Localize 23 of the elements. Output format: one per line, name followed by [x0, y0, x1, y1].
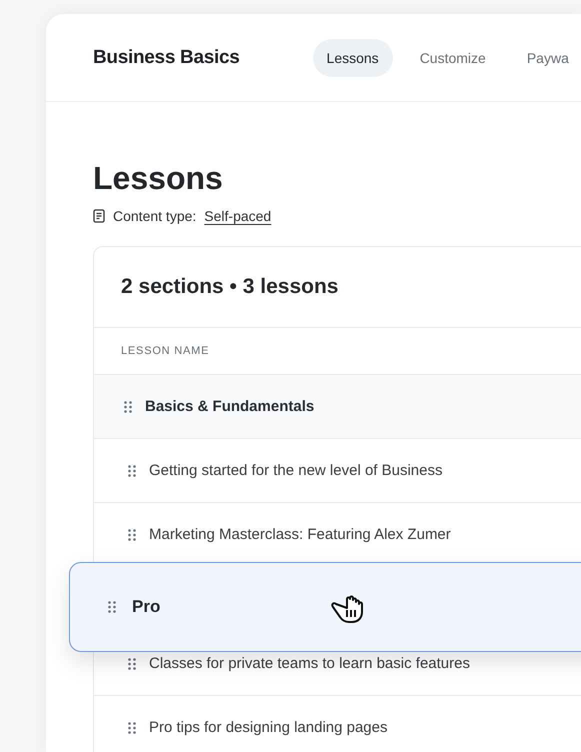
page-heading: Lessons	[93, 159, 224, 198]
nav-tab[interactable]: Lessons	[312, 38, 393, 76]
drag-handle-icon[interactable]	[108, 601, 116, 613]
lesson-title[interactable]: Marketing Masterclass: Featuring Alex Zumer	[149, 526, 451, 543]
drag-handle-icon[interactable]	[128, 658, 136, 670]
section-row[interactable]: Basics & Fundamentals	[94, 374, 581, 438]
drag-handle-icon[interactable]	[128, 722, 136, 734]
table-summary: 2 sections • 3 lessons	[120, 274, 340, 300]
nav-tab[interactable]: Customize	[406, 38, 500, 76]
section-title: Pro	[132, 597, 160, 617]
lesson-title[interactable]: Classes for private teams to learn basic features	[149, 655, 470, 672]
content-type-label: Content type:	[113, 208, 196, 224]
lesson-title[interactable]: Pro tips for designing landing pages	[149, 719, 388, 736]
nav-tab[interactable]: Paywa	[512, 38, 581, 76]
content-type-link[interactable]: Self-paced	[204, 208, 272, 224]
drag-handle-icon[interactable]	[124, 400, 132, 412]
document-icon	[93, 209, 105, 223]
dragged-section-row[interactable]: Pro	[69, 562, 581, 652]
lesson-title[interactable]: Getting started for the new level of Business	[149, 462, 442, 479]
course-title: Business Basics	[93, 46, 240, 68]
drag-handle-icon[interactable]	[128, 464, 136, 476]
drag-handle-icon[interactable]	[128, 528, 136, 540]
section-title: Basics & Fundamentals	[145, 398, 314, 415]
